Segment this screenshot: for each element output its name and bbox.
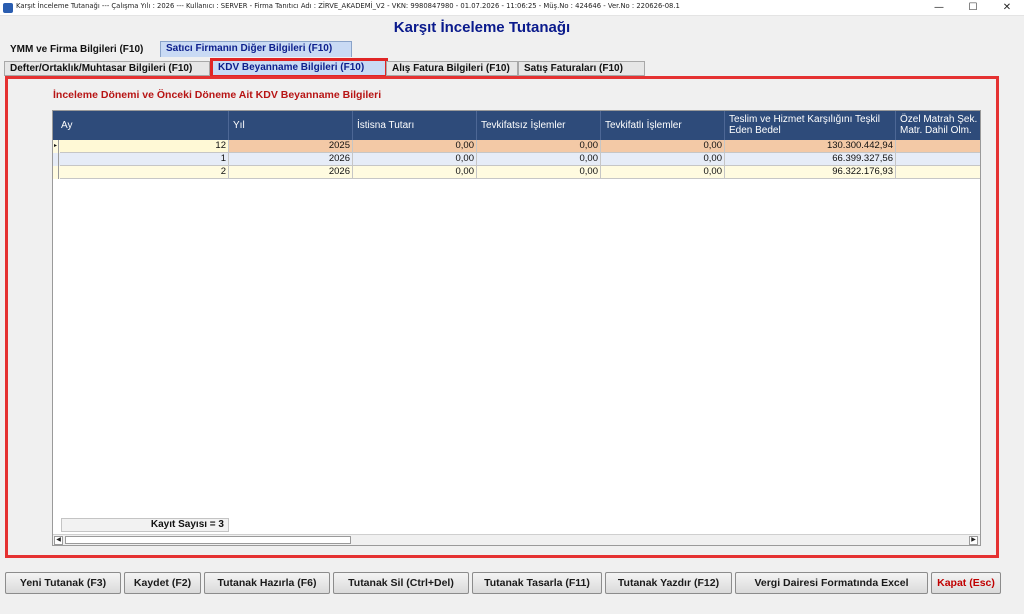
cell-ay[interactable]: 2 [60,166,229,179]
cell-tevkifatsiz[interactable]: 0,00 [477,166,601,179]
window-title: Karşıt İnceleme Tutanağı --- Çalışma Yıl… [16,2,680,10]
cell-ozel-matrah[interactable] [896,153,980,166]
row-indicator-icon: ▸ [53,140,59,153]
record-count: Kayıt Sayısı = 3 [61,518,229,532]
column-header-tevkifatli[interactable]: Tevkifatlı İşlemler [601,111,725,140]
cell-ozel-matrah[interactable] [896,140,980,153]
prepare-report-button[interactable]: Tutanak Hazırla (F6) [204,572,330,594]
app-window: Karşıt İnceleme Tutanağı --- Çalışma Yıl… [0,0,1024,614]
cell-istisna[interactable]: 0,00 [353,153,477,166]
column-header-ay[interactable]: Ay [53,111,229,140]
close-button[interactable]: Kapat (Esc) [931,572,1001,594]
save-button[interactable]: Kaydet (F2) [124,572,201,594]
cell-istisna[interactable]: 0,00 [353,166,477,179]
page-title: Karşıt İnceleme Tutanağı [393,19,571,36]
cell-teslim-hizmet[interactable]: 130.300.442,94 [725,140,896,153]
cell-tevkifatli[interactable]: 0,00 [601,153,725,166]
cell-yil[interactable]: 2025 [229,140,353,153]
tab-satici-diger[interactable]: Satıcı Firmanın Diğer Bilgileri (F10) [160,41,352,57]
tab-ymm-firma[interactable]: YMM ve Firma Bilgileri (F10) [4,42,160,57]
scroll-right-icon[interactable]: ▶ [969,536,978,545]
tab-defter-ortaklik[interactable]: Defter/Ortaklık/Muhtasar Bilgileri (F10) [4,61,210,76]
tab-satis-faturalari[interactable]: Satış Faturaları (F10) [518,61,645,76]
column-header-tevkifatsiz[interactable]: Tevkifatsız İşlemler [477,111,601,140]
scroll-left-icon[interactable]: ◀ [54,536,63,545]
tab-alis-fatura[interactable]: Alış Fatura Bilgileri (F10) [386,61,518,76]
column-header-ozel-matrah[interactable]: Özel Matrah Şek. Matr. Dahil Olm. [896,111,980,140]
new-report-button[interactable]: Yeni Tutanak (F3) [5,572,121,594]
title-bar: Karşıt İnceleme Tutanağı --- Çalışma Yıl… [0,0,1024,16]
table-row[interactable]: 1 2026 0,00 0,00 0,00 66.399.327,56 [53,153,980,166]
scrollbar-thumb[interactable] [65,536,351,544]
table-row[interactable]: ▸ 12 2025 0,00 0,00 0,00 130.300.442,94 [53,140,980,153]
kdv-grid[interactable]: Ay Yıl İstisna Tutarı Tevkifatsız İşleml… [52,110,981,546]
cell-teslim-hizmet[interactable]: 96.322.176,93 [725,166,896,179]
cell-tevkifatsiz[interactable]: 0,00 [477,153,601,166]
table-row[interactable]: 2 2026 0,00 0,00 0,00 96.322.176,93 [53,166,980,179]
cell-ay[interactable]: 12 [60,140,229,153]
cell-istisna[interactable]: 0,00 [353,140,477,153]
cell-teslim-hizmet[interactable]: 66.399.327,56 [725,153,896,166]
excel-export-button[interactable]: Vergi Dairesi Formatında Excel [735,572,928,594]
column-header-teslim-hizmet[interactable]: Teslim ve Hizmet Karşılığını Teşkil Eden… [725,111,896,140]
close-window-button[interactable]: ✕ [990,0,1024,16]
kdv-panel: İnceleme Dönemi ve Önceki Döneme Ait KDV… [5,76,999,558]
row-indicator [53,166,59,179]
panel-title: İnceleme Dönemi ve Önceki Döneme Ait KDV… [53,89,382,101]
design-report-button[interactable]: Tutanak Tasarla (F11) [472,572,602,594]
delete-report-button[interactable]: Tutanak Sil (Ctrl+Del) [333,572,469,594]
cell-tevkifatli[interactable]: 0,00 [601,140,725,153]
print-report-button[interactable]: Tutanak Yazdır (F12) [605,572,732,594]
app-icon [3,3,13,13]
column-header-yil[interactable]: Yıl [229,111,353,140]
grid-header: Ay Yıl İstisna Tutarı Tevkifatsız İşleml… [53,111,980,140]
minimize-button[interactable]: — [922,0,956,16]
maximize-button[interactable]: ☐ [956,0,990,16]
cell-ay[interactable]: 1 [60,153,229,166]
horizontal-scrollbar[interactable]: ◀ ▶ [53,534,980,545]
column-header-istisna[interactable]: İstisna Tutarı [353,111,477,140]
tab-kdv-beyanname[interactable]: KDV Beyanname Bilgileri (F10) [210,58,388,78]
cell-yil[interactable]: 2026 [229,153,353,166]
row-indicator [53,153,59,166]
cell-yil[interactable]: 2026 [229,166,353,179]
cell-ozel-matrah[interactable] [896,166,980,179]
cell-tevkifatli[interactable]: 0,00 [601,166,725,179]
cell-tevkifatsiz[interactable]: 0,00 [477,140,601,153]
